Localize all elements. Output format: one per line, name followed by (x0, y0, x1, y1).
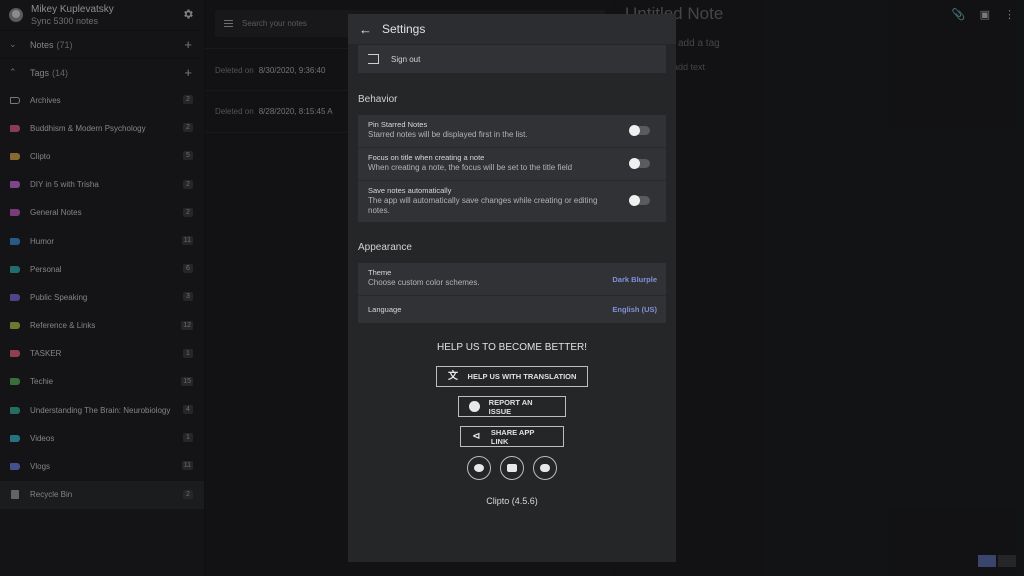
email-icon[interactable] (500, 456, 524, 480)
report-issue-label: REPORT AN ISSUE (488, 397, 533, 416)
share-icon: ⊲ (472, 431, 481, 442)
help-title: HELP US TO BECOME BETTER! (436, 342, 588, 353)
report-issue-button[interactable]: REPORT AN ISSUE (458, 396, 566, 417)
share-app-button[interactable]: ⊲ SHARE APP LINK (460, 426, 564, 447)
sign-out-label: Sign out (391, 54, 421, 64)
autosave-toggle[interactable] (629, 194, 650, 206)
theme-value[interactable]: Dark Blurple (612, 275, 657, 284)
settings-header: ← Settings (348, 14, 676, 44)
share-label: SHARE APP LINK (490, 427, 535, 446)
signout-card: Sign out (358, 45, 666, 73)
setting-name: Save notes automatically (368, 186, 452, 195)
setting-language[interactable]: Language English (US) (358, 296, 666, 323)
sign-out-icon (368, 54, 379, 64)
back-arrow-icon[interactable]: ← (359, 22, 372, 37)
app-version: Clipto (4.5.6) (486, 496, 538, 506)
settings-title: Settings (382, 22, 426, 36)
setting-theme[interactable]: Theme Choose custom color schemes. Dark … (358, 263, 666, 296)
setting-autosave[interactable]: Save notes automatically The app will au… (358, 181, 666, 222)
github-icon (469, 401, 480, 412)
setting-desc: When creating a note, the focus will be … (368, 163, 573, 172)
setting-focus-title[interactable]: Focus on title when creating a note When… (358, 148, 666, 181)
setting-pin-starred[interactable]: Pin Starred Notes Starred notes will be … (358, 115, 666, 148)
discord-icon[interactable] (533, 456, 557, 480)
translate-label: HELP US WITH TRANSLATION (467, 372, 577, 381)
pin-starred-toggle[interactable] (629, 124, 650, 136)
language-value[interactable]: English (US) (612, 305, 657, 314)
social-links (348, 456, 676, 480)
focus-title-toggle[interactable] (629, 157, 650, 169)
translate-icon: 文 (448, 371, 459, 382)
setting-desc: The app will automatically save changes … (368, 196, 598, 215)
setting-name: Pin Starred Notes (368, 120, 428, 129)
behavior-title: Behavior (358, 94, 398, 105)
appearance-title: Appearance (358, 242, 412, 253)
appearance-card: Theme Choose custom color schemes. Dark … (358, 263, 666, 323)
help-translate-button[interactable]: 文 HELP US WITH TRANSLATION (436, 366, 588, 387)
setting-name: Focus on title when creating a note (368, 153, 485, 162)
sign-out-button[interactable]: Sign out (358, 45, 666, 73)
setting-desc: Starred notes will be displayed first in… (368, 130, 528, 139)
reddit-icon[interactable] (467, 456, 491, 480)
settings-dialog: ← Settings Sign out Behavior Pin Starred… (348, 14, 676, 562)
behavior-card: Pin Starred Notes Starred notes will be … (358, 115, 666, 222)
